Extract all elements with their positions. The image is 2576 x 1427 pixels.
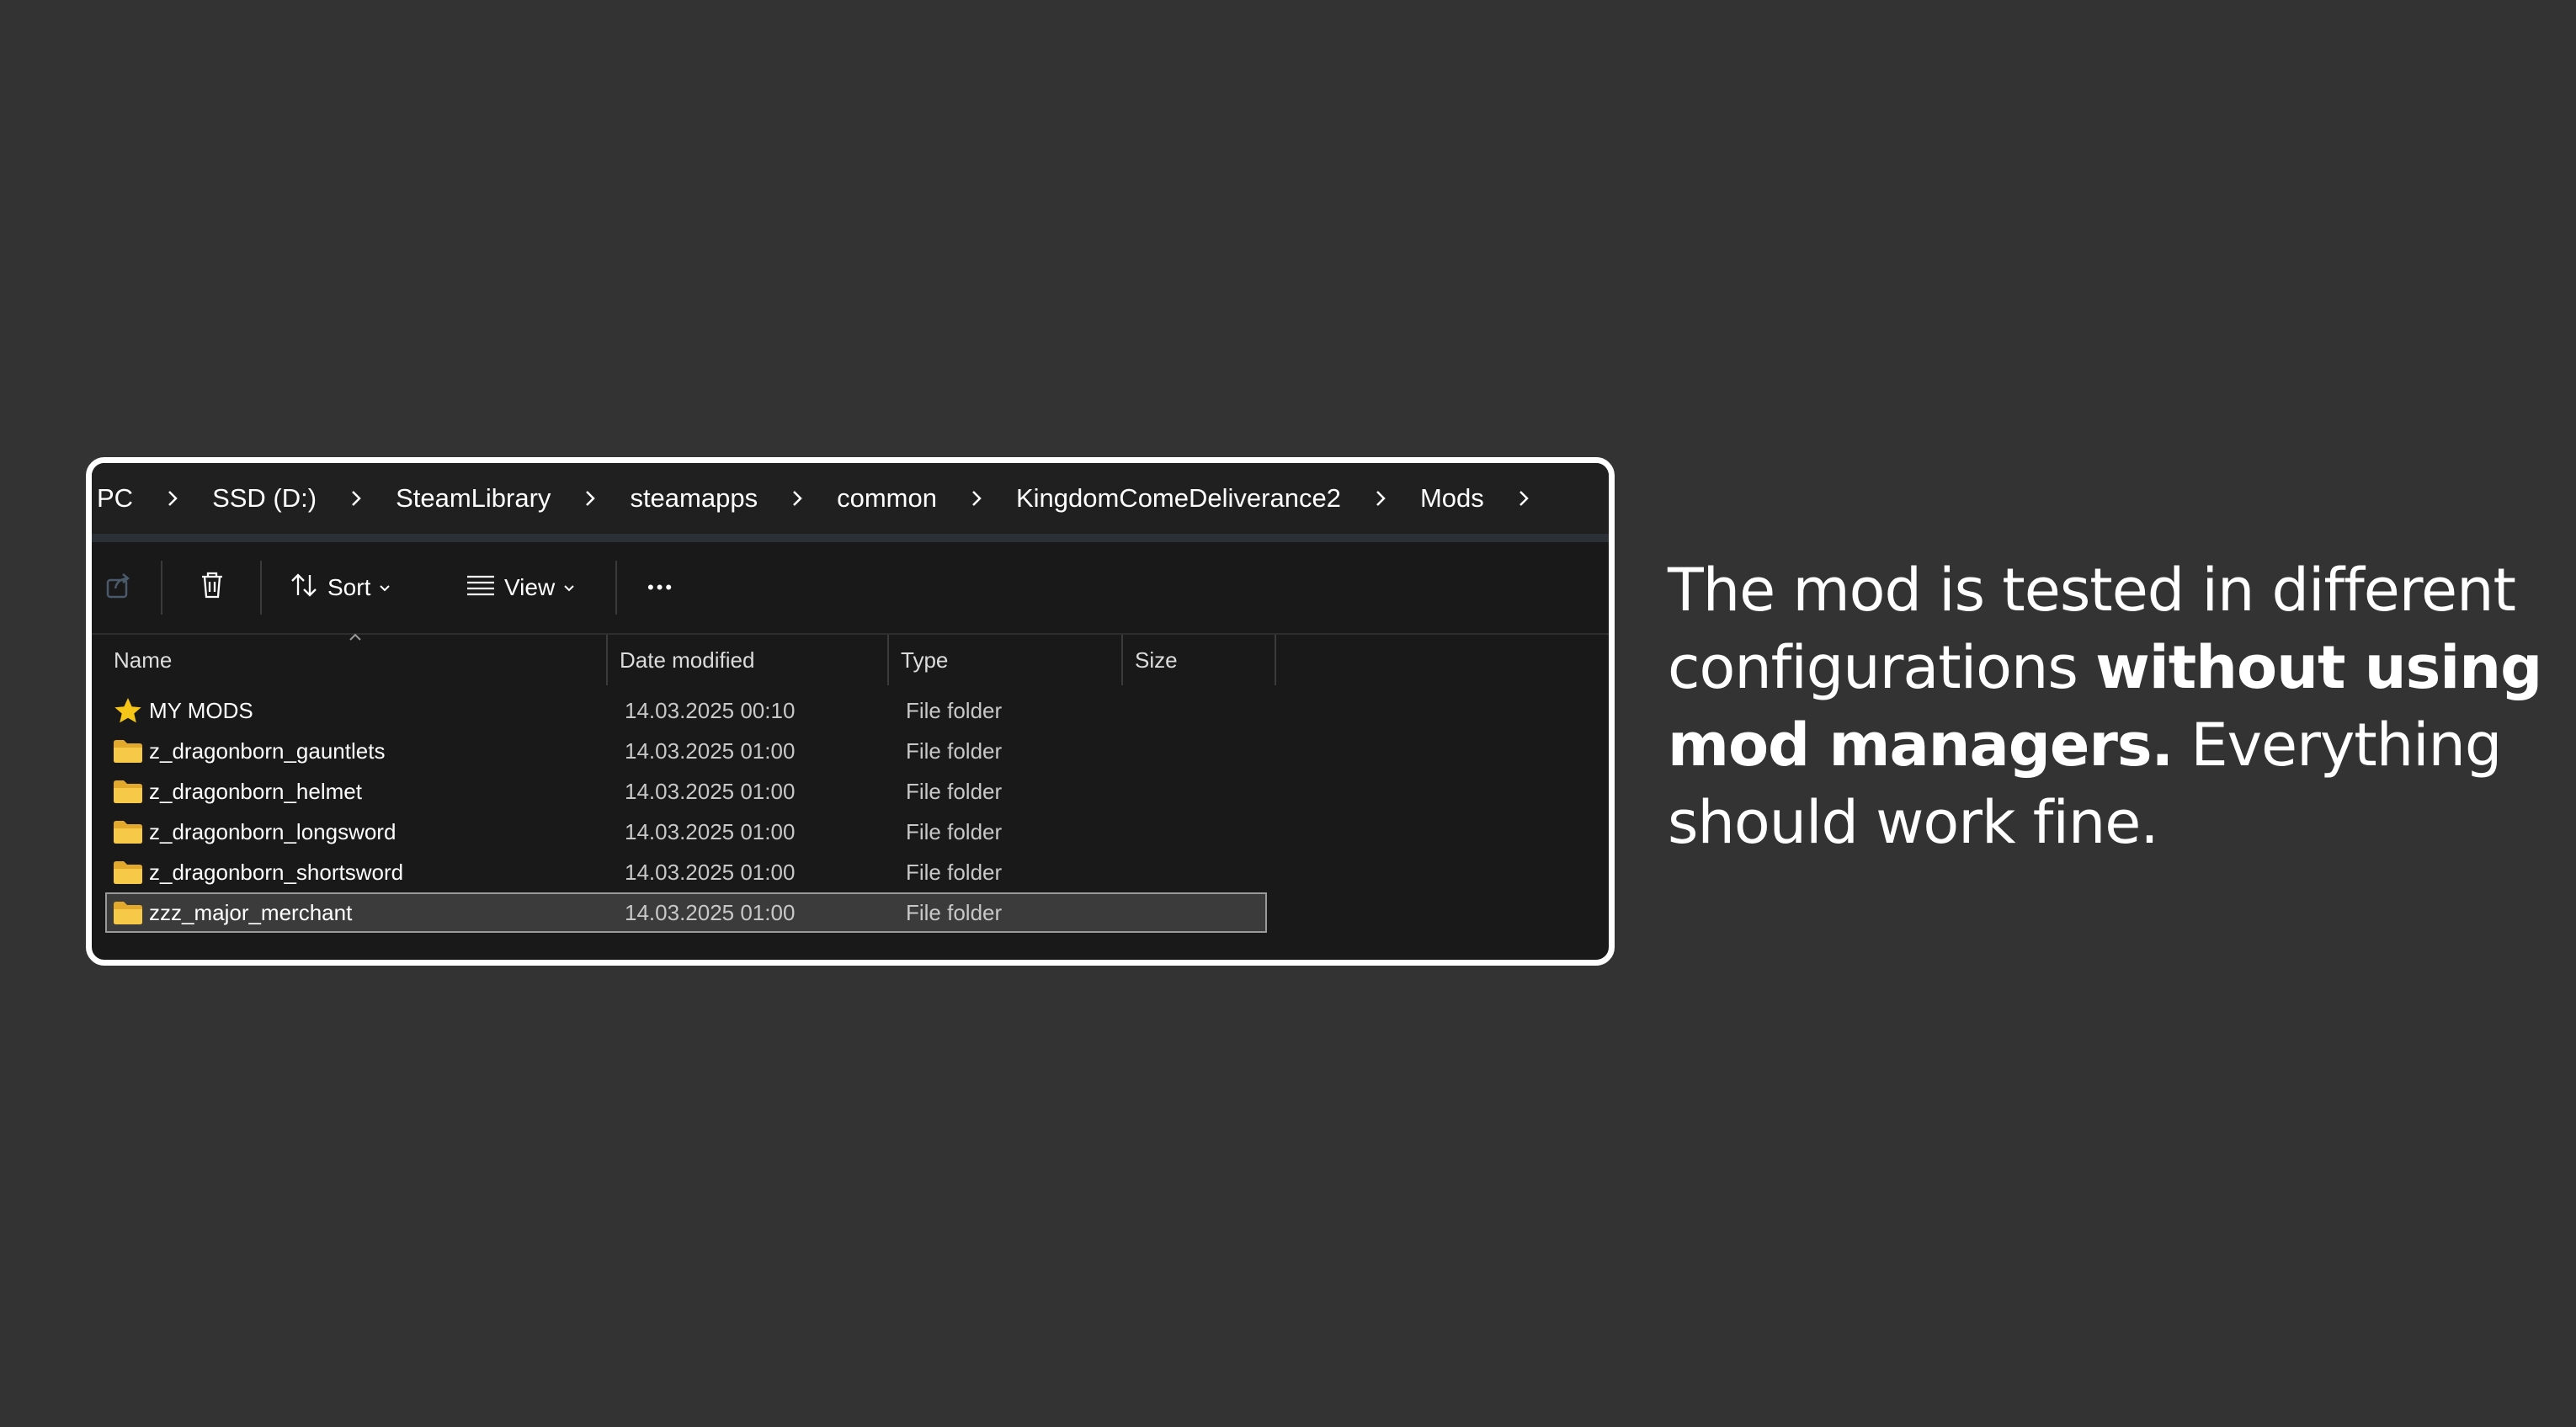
chevron-right-icon[interactable] — [1368, 486, 1393, 511]
item-name: zzz_major_merchant — [149, 900, 353, 925]
list-item-selected[interactable]: zzz_major_merchant 14.03.2025 01:00 File… — [105, 892, 1267, 933]
column-headers: Name Date modified Type Size — [92, 633, 1609, 685]
item-type: File folder — [906, 860, 1003, 885]
folder-icon — [112, 899, 144, 926]
column-divider[interactable] — [606, 635, 608, 685]
folder-icon — [112, 778, 144, 805]
column-divider[interactable] — [1121, 635, 1123, 685]
caption-text: The mod is tested in different configura… — [1668, 551, 2560, 861]
item-date: 14.03.2025 01:00 — [625, 779, 796, 804]
star-icon — [112, 697, 144, 724]
breadcrumb-item-common[interactable]: common — [837, 483, 937, 514]
more-options-button[interactable]: ••• — [647, 542, 674, 633]
sort-ascending-icon — [347, 623, 364, 649]
breadcrumb: PC SSD (D:) SteamLibrary steamapps commo… — [92, 463, 1609, 542]
column-header-size[interactable]: Size — [1135, 635, 1178, 685]
item-name: z_dragonborn_shortsword — [149, 860, 404, 885]
breadcrumb-item-pc[interactable]: PC — [97, 483, 133, 514]
list-item[interactable]: MY MODS 14.03.2025 00:10 File folder — [105, 690, 1267, 731]
list-item[interactable]: z_dragonborn_helmet 14.03.2025 01:00 Fil… — [105, 771, 1267, 812]
column-divider[interactable] — [887, 635, 889, 685]
trash-icon — [195, 568, 229, 608]
share-button[interactable] — [102, 542, 136, 633]
item-date: 14.03.2025 01:00 — [625, 900, 796, 925]
breadcrumb-item-ssd[interactable]: SSD (D:) — [212, 483, 317, 514]
chevron-right-icon[interactable] — [577, 486, 603, 511]
more-options-icon: ••• — [647, 577, 675, 598]
command-bar: Sort View ••• — [92, 542, 1609, 635]
item-name: MY MODS — [149, 698, 253, 723]
item-name: z_dragonborn_gauntlets — [149, 738, 386, 764]
item-type: File folder — [906, 779, 1003, 804]
sort-arrows-icon — [287, 568, 321, 608]
toolbar-divider — [161, 561, 162, 615]
item-name: z_dragonborn_helmet — [149, 779, 362, 804]
chevron-right-icon[interactable] — [964, 486, 989, 511]
toolbar-divider — [260, 561, 262, 615]
column-header-type[interactable]: Type — [901, 635, 948, 685]
item-type: File folder — [906, 900, 1003, 925]
list-item[interactable]: z_dragonborn_shortsword 14.03.2025 01:00… — [105, 852, 1267, 892]
toolbar-divider — [615, 561, 617, 615]
item-type: File folder — [906, 698, 1003, 723]
item-name: z_dragonborn_longsword — [149, 819, 397, 844]
chevron-right-icon[interactable] — [343, 486, 369, 511]
list-item[interactable]: z_dragonborn_longsword 14.03.2025 01:00 … — [105, 812, 1267, 852]
item-date: 14.03.2025 00:10 — [625, 698, 796, 723]
sort-button[interactable]: Sort — [287, 542, 392, 633]
chevron-right-icon[interactable] — [1511, 486, 1536, 511]
item-date: 14.03.2025 01:00 — [625, 860, 796, 885]
item-type: File folder — [906, 819, 1003, 844]
folder-icon — [112, 818, 144, 845]
folder-icon — [112, 859, 144, 886]
chevron-down-icon — [562, 574, 577, 601]
column-header-date[interactable]: Date modified — [620, 635, 754, 685]
file-explorer-window: PC SSD (D:) SteamLibrary steamapps commo… — [86, 457, 1615, 966]
chevron-down-icon — [377, 574, 392, 601]
column-header-name[interactable]: Name — [114, 635, 172, 685]
list-view-icon — [464, 568, 498, 608]
breadcrumb-item-kcd2[interactable]: KingdomComeDeliverance2 — [1016, 483, 1341, 514]
list-item[interactable]: z_dragonborn_gauntlets 14.03.2025 01:00 … — [105, 731, 1267, 771]
column-divider[interactable] — [1275, 635, 1276, 685]
item-date: 14.03.2025 01:00 — [625, 738, 796, 764]
chevron-right-icon[interactable] — [785, 486, 810, 511]
delete-button[interactable] — [195, 542, 229, 633]
share-icon — [102, 568, 136, 608]
breadcrumb-item-steamapps[interactable]: steamapps — [630, 483, 758, 514]
view-button[interactable]: View — [464, 542, 577, 633]
item-type: File folder — [906, 738, 1003, 764]
sort-label: Sort — [327, 574, 371, 600]
view-label: View — [504, 574, 556, 600]
breadcrumb-item-steamlibrary[interactable]: SteamLibrary — [396, 483, 551, 514]
chevron-right-icon[interactable] — [160, 486, 185, 511]
folder-icon — [112, 737, 144, 764]
item-date: 14.03.2025 01:00 — [625, 819, 796, 844]
breadcrumb-item-mods[interactable]: Mods — [1420, 483, 1484, 514]
